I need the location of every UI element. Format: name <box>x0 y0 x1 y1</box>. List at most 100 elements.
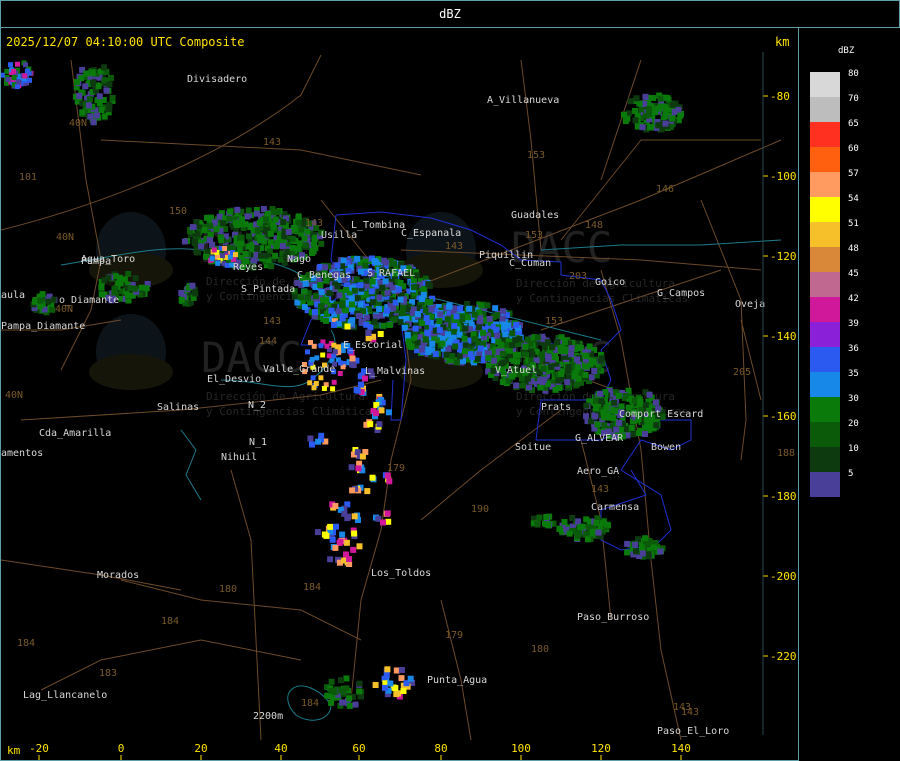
composite-timestamp: 2025/12/07 04:10:00 UTC Composite <box>6 35 245 49</box>
title-bar: dBZ <box>0 0 900 28</box>
y-tick-label: -80 <box>770 90 790 103</box>
route-label: 179 <box>387 463 405 474</box>
place-label: Paso_El_Loro <box>657 726 729 737</box>
legend-swatch <box>810 372 840 397</box>
route-label: 40N <box>5 390 23 401</box>
x-tick-label: 20 <box>194 742 207 755</box>
route-label: 143 <box>681 707 699 718</box>
place-label: Salinas <box>157 402 199 413</box>
route-label: 180 <box>219 584 237 595</box>
legend-value: 5 <box>848 469 854 479</box>
place-label: Morados <box>97 570 139 581</box>
place-label: V_Atuel <box>495 365 537 376</box>
x-tick-label: -20 <box>29 742 49 755</box>
place-label: Punta_Agua <box>427 675 487 686</box>
watermark-line1-3: Dirección de Agricultura <box>206 390 365 403</box>
place-label: Pampa_Diamante <box>1 321 85 332</box>
route-label: 180 <box>531 644 549 655</box>
legend-swatch <box>810 172 840 197</box>
x-tick-label: 140 <box>671 742 691 755</box>
legend-swatch <box>810 422 840 447</box>
place-label: E_Escorial <box>343 340 403 351</box>
place-label: Nago <box>287 254 311 265</box>
place-label: Prats <box>541 402 571 413</box>
legend-swatch <box>810 222 840 247</box>
route-label: 144 <box>259 336 277 347</box>
legend-value: 45 <box>848 269 859 279</box>
legend-swatch <box>810 447 840 472</box>
radar-map-panel[interactable]: DACC Dirección de Agricultura y Continge… <box>0 28 799 761</box>
route-label: 153 <box>527 150 545 161</box>
route-label: 40N <box>55 304 73 315</box>
y-tick-label: -200 <box>770 570 797 583</box>
route-label: 184 <box>303 582 321 593</box>
legend-swatch <box>810 322 840 347</box>
place-label: G_Campos <box>657 288 705 299</box>
legend-swatch <box>810 297 840 322</box>
place-label: Nihuil <box>221 452 257 463</box>
place-label: L_Malvinas <box>365 366 425 377</box>
watermark-line2-3: y Contingencias Climáticas <box>206 405 378 418</box>
place-label: Los_Toldos <box>371 568 431 579</box>
route-label: 143 <box>263 316 281 327</box>
place-label: Paso_Burroso <box>577 612 649 623</box>
route-label: 101 <box>19 172 37 183</box>
route-label: 184 <box>161 616 179 627</box>
legend-value: 20 <box>848 419 859 429</box>
legend-value: 57 <box>848 169 859 179</box>
legend-value: 30 <box>848 394 859 404</box>
place-label: Oveja <box>735 299 765 310</box>
route-label: 143 <box>445 241 463 252</box>
y-axis-unit: km <box>775 35 790 49</box>
legend-swatch <box>810 147 840 172</box>
legend-swatch <box>810 472 840 497</box>
route-label: 190 <box>471 504 489 515</box>
place-label: Usilla <box>321 230 357 241</box>
place-label: L_Tombina <box>351 220 405 231</box>
place-label: aula <box>1 290 25 301</box>
place-label: Lag_Llancanelo <box>23 690 107 701</box>
route-label: 205 <box>733 367 751 378</box>
place-label: Reyes <box>233 262 263 273</box>
place-label: G_ALVEAR <box>575 433 624 444</box>
x-tick-label: 80 <box>434 742 447 755</box>
legend-value: 65 <box>848 119 859 129</box>
place-label: Carmensa <box>591 502 639 513</box>
x-tick-label: 120 <box>591 742 611 755</box>
legend-swatch <box>810 72 840 97</box>
route-label: 203 <box>569 271 587 282</box>
legend-value: 48 <box>848 244 859 254</box>
y-tick-label: -100 <box>770 170 797 183</box>
y-tick-label: -160 <box>770 410 797 423</box>
place-label: Divisadero <box>187 74 247 85</box>
route-label: 143 <box>591 484 609 495</box>
route-label: 40N <box>69 118 87 129</box>
route-label: 184 <box>301 698 319 709</box>
place-label: S_RAFAEL <box>367 268 415 279</box>
route-label: 153 <box>525 230 543 241</box>
product-title: dBZ <box>439 7 461 21</box>
route-label: 188 <box>777 448 795 459</box>
legend-value: 51 <box>848 219 859 229</box>
legend-value: 70 <box>848 94 859 104</box>
x-tick-label: 0 <box>118 742 125 755</box>
route-label: 150 <box>169 206 187 217</box>
place-label: N_2 <box>248 400 266 411</box>
y-tick-label: -220 <box>770 650 797 663</box>
legend-swatch <box>810 347 840 372</box>
legend-value: 42 <box>848 294 859 304</box>
x-tick-label: 40 <box>274 742 287 755</box>
y-tick-label: -120 <box>770 250 797 263</box>
x-axis-unit: km <box>7 744 21 757</box>
legend-swatch <box>810 397 840 422</box>
route-label: 148 <box>585 220 603 231</box>
y-tick-label: -180 <box>770 490 797 503</box>
legend-value: 60 <box>848 144 859 154</box>
legend-value: 36 <box>848 344 859 354</box>
place-label: Valle_Grande <box>263 364 335 375</box>
radar-map[interactable]: DACC Dirección de Agricultura y Continge… <box>1 28 798 760</box>
route-label: 143 <box>263 137 281 148</box>
place-label: S_Pintada <box>241 284 295 295</box>
legend-swatch <box>810 197 840 222</box>
legend-title: dBZ <box>838 46 855 56</box>
